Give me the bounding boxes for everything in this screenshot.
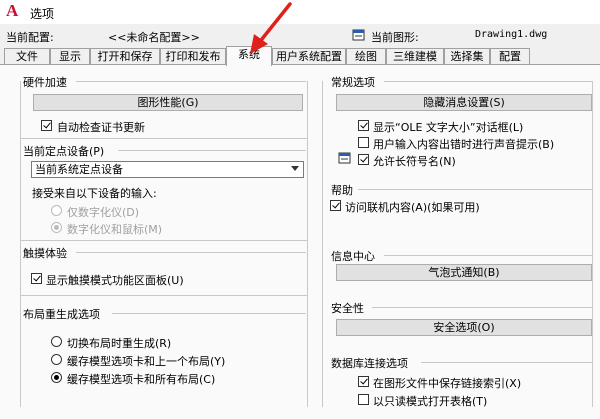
group-rule bbox=[118, 150, 306, 151]
pointing-device-selected: 当前系统定点设备 bbox=[35, 163, 123, 176]
touch-experience-title: 触摸体验 bbox=[23, 247, 67, 260]
regen-switch-layout-radio[interactable] bbox=[51, 336, 62, 347]
info-center-title: 信息中心 bbox=[331, 250, 375, 263]
general-options-title: 常规选项 bbox=[331, 76, 375, 89]
touch-panel-checkbox[interactable] bbox=[31, 273, 42, 284]
tab-drafting[interactable]: 绘图 bbox=[346, 48, 386, 64]
left-group-border bbox=[307, 81, 308, 407]
tab-3d-modeling[interactable]: 三维建模 bbox=[386, 48, 444, 64]
pointing-device-title: 当前定点设备(P) bbox=[23, 145, 105, 158]
current-config-label: 当前配置: bbox=[6, 31, 54, 44]
security-title: 安全性 bbox=[331, 302, 364, 315]
group-rule bbox=[112, 313, 306, 314]
group-rule bbox=[372, 307, 592, 308]
chevron-down-icon bbox=[291, 166, 299, 171]
group-rule bbox=[384, 81, 592, 82]
cache-model-last-layout-label: 缓存模型选项卡和上一个布局(Y) bbox=[67, 355, 226, 368]
drawing-file-icon bbox=[352, 29, 365, 41]
digitizer-only-radio[interactable] bbox=[51, 205, 62, 216]
readonly-tables-checkbox[interactable] bbox=[358, 394, 369, 405]
db-connect-title: 数据库连接选项 bbox=[331, 357, 408, 370]
touch-panel-label: 显示触摸模式功能区面板(U) bbox=[46, 274, 184, 287]
group-rule bbox=[358, 189, 592, 190]
tab-selection[interactable]: 选择集 bbox=[444, 48, 490, 64]
right-group-border bbox=[592, 81, 593, 407]
digitizer-mouse-radio[interactable] bbox=[51, 222, 62, 233]
auto-check-cert-label: 自动检查证书更新 bbox=[57, 121, 145, 134]
help-title: 帮助 bbox=[331, 184, 353, 197]
tab-display[interactable]: 显示 bbox=[50, 48, 90, 64]
layout-regen-title: 布局重生成选项 bbox=[23, 308, 100, 321]
group-divider bbox=[20, 240, 308, 241]
digitizer-mouse-label: 数字化仪和鼠标(M) bbox=[67, 223, 163, 236]
ole-dialog-label: 显示“OLE 文字大小”对话框(L) bbox=[373, 121, 524, 134]
online-content-label: 访问联机内容(A)(如果可用) bbox=[345, 201, 480, 214]
digitizer-only-label: 仅数字化仪(D) bbox=[67, 206, 140, 219]
long-symbol-names-checkbox[interactable] bbox=[358, 154, 369, 165]
hardware-acceleration-title: 硬件加速 bbox=[23, 76, 67, 89]
input-error-beep-label: 用户输入内容出错时进行声音提示(B) bbox=[373, 138, 555, 151]
annotation-arrow-icon bbox=[250, 2, 292, 54]
ole-dialog-checkbox[interactable] bbox=[358, 120, 369, 131]
window-title: 选项 bbox=[30, 7, 55, 21]
group-rule bbox=[384, 255, 592, 256]
accept-input-label: 接受来自以下设备的输入: bbox=[32, 187, 157, 200]
group-rule bbox=[421, 362, 592, 363]
save-link-index-label: 在图形文件中保存链接索引(X) bbox=[373, 377, 522, 390]
cache-model-all-layouts-label: 缓存模型选项卡和所有布局(C) bbox=[67, 373, 216, 386]
pointing-device-select[interactable]: 当前系统定点设备 bbox=[31, 161, 304, 178]
hidden-message-settings-button[interactable]: 隐藏消息设置(S) bbox=[336, 94, 592, 111]
current-drawing-value: Drawing1.dwg bbox=[475, 29, 548, 40]
group-divider bbox=[20, 295, 308, 296]
left-group-border bbox=[20, 81, 21, 407]
cache-model-all-layouts-radio[interactable] bbox=[51, 372, 62, 383]
security-options-button[interactable]: 安全选项(O) bbox=[336, 319, 592, 336]
long-symbol-names-label: 允许长符号名(N) bbox=[373, 155, 456, 168]
group-rule bbox=[76, 81, 306, 82]
online-content-checkbox[interactable] bbox=[330, 200, 341, 211]
system-tab-panel: 硬件加速 图形性能(G) 自动检查证书更新 当前定点设备(P) 当前系统定点设备… bbox=[0, 65, 600, 419]
tab-plot-publish[interactable]: 打印和发布 bbox=[160, 48, 226, 64]
group-divider bbox=[20, 138, 308, 139]
readonly-tables-label: 以只读模式打开表格(T) bbox=[373, 395, 488, 408]
right-group-border bbox=[322, 81, 323, 407]
tab-files[interactable]: 文件 bbox=[4, 48, 50, 64]
graphics-performance-button[interactable]: 图形性能(G) bbox=[33, 94, 303, 111]
title-bar: A 选项 bbox=[0, 0, 600, 24]
drawing-setting-icon bbox=[338, 152, 351, 164]
tab-open-save[interactable]: 打开和保存 bbox=[90, 48, 160, 64]
group-rule bbox=[76, 252, 306, 253]
autocad-app-icon: A bbox=[6, 1, 19, 20]
tab-profiles[interactable]: 配置 bbox=[490, 48, 530, 64]
current-drawing-label: 当前图形: bbox=[371, 31, 419, 44]
cache-model-last-layout-radio[interactable] bbox=[51, 354, 62, 365]
input-error-beep-checkbox[interactable] bbox=[358, 137, 369, 148]
current-config-value: <<未命名配置>> bbox=[108, 31, 200, 44]
save-link-index-checkbox[interactable] bbox=[358, 376, 369, 387]
balloon-notification-button[interactable]: 气泡式通知(B) bbox=[336, 264, 592, 281]
auto-check-cert-checkbox[interactable] bbox=[41, 120, 52, 131]
options-tabs: 文件 显示 打开和保存 打印和发布 系统 用户系统配置 绘图 三维建模 选择集 … bbox=[0, 46, 600, 66]
regen-switch-layout-label: 切换布局时重生成(R) bbox=[67, 337, 172, 350]
